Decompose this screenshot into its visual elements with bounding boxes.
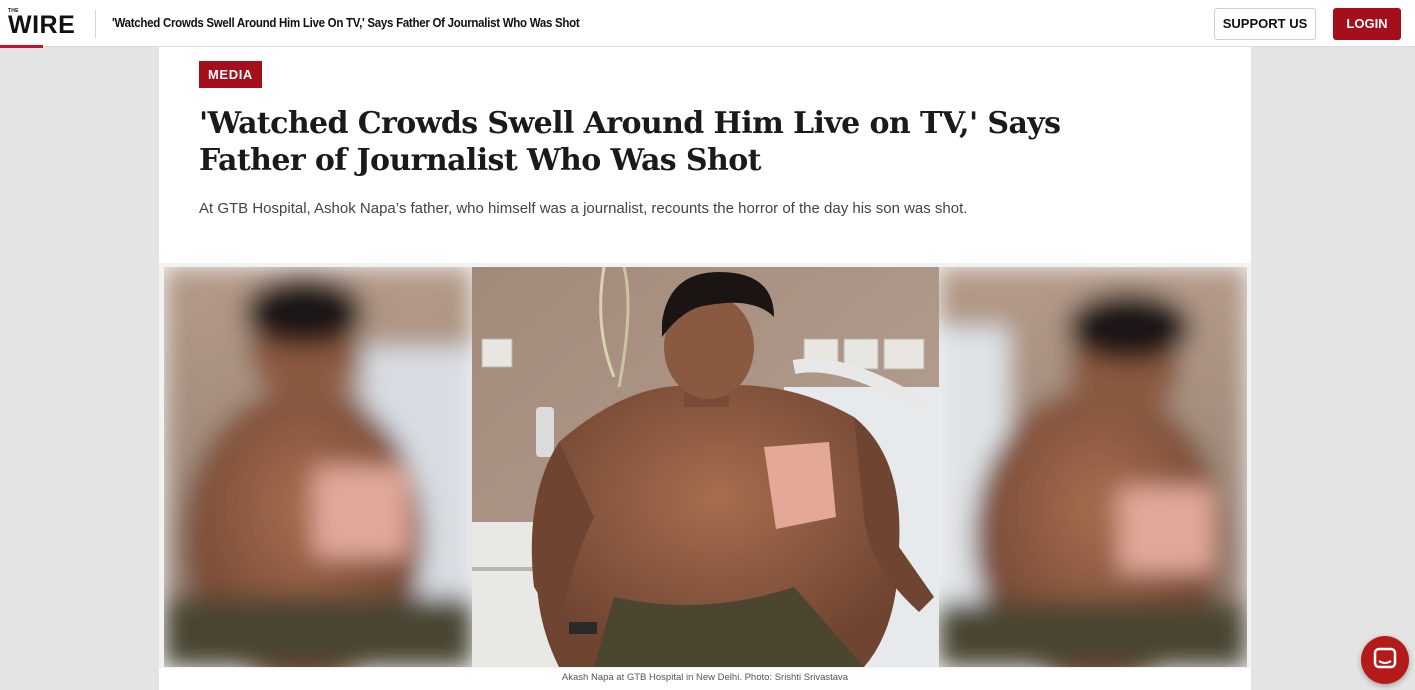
logo-text: WIRE bbox=[8, 11, 76, 39]
login-button[interactable]: LOGIN bbox=[1333, 8, 1401, 40]
category-tag[interactable]: MEDIA bbox=[199, 61, 262, 88]
featured-image-container bbox=[159, 263, 1251, 668]
article-headline: 'Watched Crowds Swell Around Him Live on… bbox=[199, 106, 1061, 178]
image-caption: Akash Napa at GTB Hospital in New Delhi.… bbox=[159, 668, 1251, 690]
top-navigation-bar: THE WIRE 'Watched Crowds Swell Around Hi… bbox=[0, 0, 1415, 48]
the-wire-logo[interactable]: THE WIRE bbox=[8, 8, 82, 42]
header-article-title: 'Watched Crowds Swell Around Him Live On… bbox=[112, 16, 580, 30]
article-standfirst: At GTB Hospital, Ashok Napa’s father, wh… bbox=[199, 200, 968, 217]
header-divider bbox=[95, 10, 96, 38]
support-us-button[interactable]: SUPPORT US bbox=[1214, 8, 1316, 40]
logo-accent-underline bbox=[0, 45, 43, 48]
chat-button[interactable] bbox=[1361, 636, 1409, 684]
chat-bubble-icon bbox=[1373, 647, 1397, 669]
featured-image bbox=[164, 267, 1247, 667]
article-header: MEDIA 'Watched Crowds Swell Around Him L… bbox=[159, 47, 1251, 263]
